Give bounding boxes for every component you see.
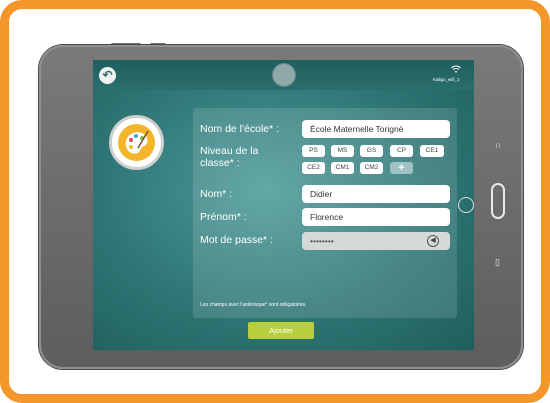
level-chip-gs[interactable]: GS	[360, 145, 383, 157]
lastname-label: Nom* :	[200, 188, 233, 200]
level-chip-ce1[interactable]: CE1	[420, 145, 444, 157]
password-label: Mot de passe* :	[200, 234, 273, 246]
status-bar: ↶ Kaligo_wifi_1	[93, 60, 474, 90]
firstname-input[interactable]: Florence	[302, 208, 450, 226]
level-chip-cp[interactable]: CP	[390, 145, 413, 157]
level-chip-ce2[interactable]: CE2	[302, 162, 325, 174]
level-label: Niveau de la classe* :	[200, 145, 259, 169]
school-input[interactable]: École Maternelle Torigné	[302, 120, 450, 138]
back-icon[interactable]: ↶	[99, 67, 116, 84]
lastname-input[interactable]: Didier	[302, 185, 450, 203]
palette-avatar	[109, 115, 164, 170]
required-note: Les champs avec l'astérisque* sont oblig…	[200, 302, 307, 308]
show-password-icon[interactable]: ◀	[427, 235, 439, 247]
palette-icon	[118, 124, 155, 161]
back-hw-icon: ∩	[495, 140, 502, 150]
home-hw-button	[491, 183, 505, 219]
level-chip-ms[interactable]: MS	[331, 145, 354, 157]
home-indicator[interactable]	[273, 64, 295, 86]
submit-button[interactable]: Ajouter	[248, 322, 314, 339]
firstname-label: Prénom* :	[200, 211, 247, 223]
level-chip-cm1[interactable]: CM1	[331, 162, 354, 174]
level-chip-cm2[interactable]: CM2	[360, 162, 383, 174]
assistive-touch-icon[interactable]	[458, 197, 474, 213]
wifi-network-name: Kaligo_wifi_1	[433, 77, 460, 82]
wifi-icon	[451, 65, 461, 73]
add-level-button[interactable]: +	[390, 162, 413, 174]
level-chip-ps[interactable]: PS	[302, 145, 325, 157]
recent-apps-icon: ▯	[495, 257, 500, 267]
school-label: Nom de l'école* :	[200, 123, 280, 135]
